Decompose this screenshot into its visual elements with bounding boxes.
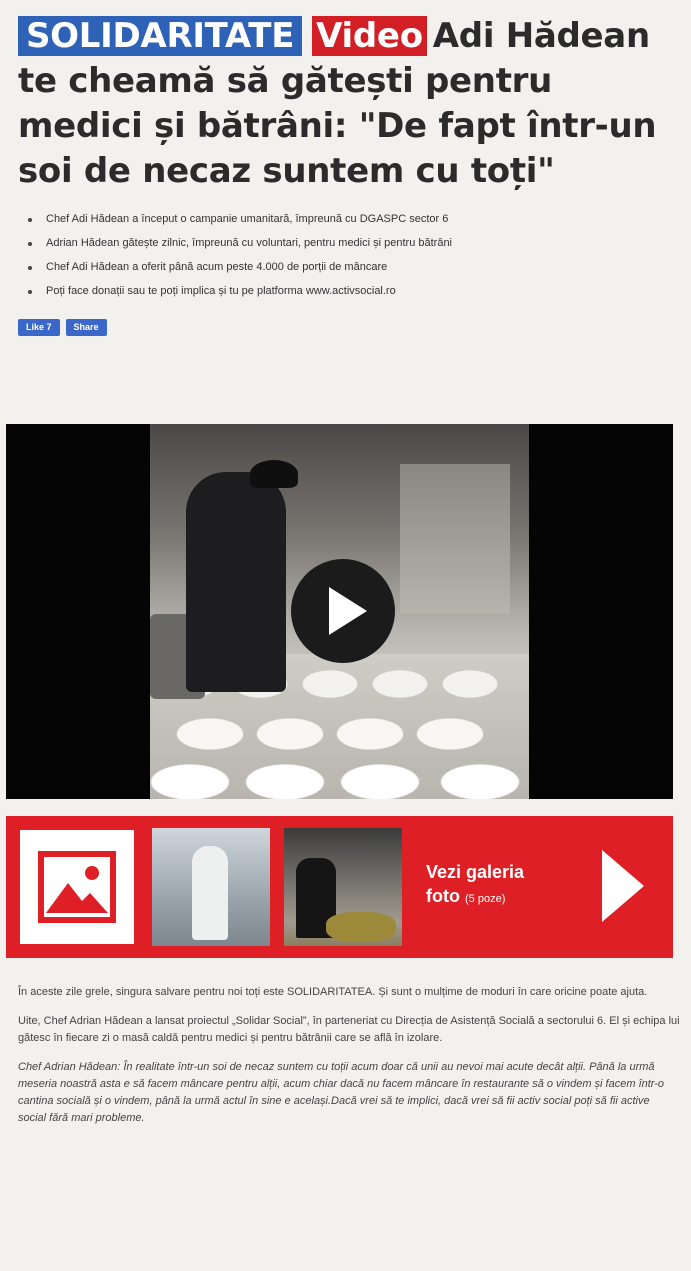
facebook-share-button[interactable]: Share bbox=[65, 319, 107, 336]
gallery-cta-line2: foto bbox=[426, 886, 460, 906]
article-quote: Chef Adrian Hădean: În realitate într-un… bbox=[18, 1061, 665, 1124]
gallery-icon-box bbox=[20, 830, 134, 944]
video-player[interactable] bbox=[6, 424, 673, 799]
summary-item: Chef Adi Hădean a oferit până acum peste… bbox=[26, 260, 691, 275]
video-scene-chef-hat bbox=[250, 460, 298, 488]
video-scene-chef bbox=[186, 472, 286, 692]
article-body: În aceste zile grele, singura salvare pe… bbox=[18, 984, 680, 1139]
chevron-right-icon[interactable] bbox=[602, 850, 644, 922]
video-scene-wall bbox=[400, 464, 510, 614]
play-icon[interactable] bbox=[291, 559, 395, 663]
summary-item: Poți face donații sau te poți implica și… bbox=[26, 284, 691, 299]
photo-gallery-banner[interactable]: Vezi galeria foto (5 poze) bbox=[6, 816, 673, 958]
gallery-thumbnail[interactable] bbox=[152, 828, 270, 946]
gallery-thumbnail[interactable] bbox=[284, 828, 402, 946]
article-headline[interactable]: SOLIDARITATE Video Adi Hădean te cheamă să… bbox=[18, 14, 691, 194]
article-paragraph: În aceste zile grele, singura salvare pe… bbox=[18, 986, 648, 998]
summary-item: Adrian Hădean gătește zilnic, împreună c… bbox=[26, 236, 691, 251]
facebook-buttons: Like 7 Share bbox=[18, 319, 691, 339]
summary-list: Chef Adi Hădean a început o campanie uma… bbox=[26, 212, 691, 299]
article-header: SOLIDARITATE Video Adi Hădean te cheamă să… bbox=[18, 14, 691, 339]
thumbnail-food bbox=[326, 912, 396, 942]
facebook-like-button[interactable]: Like 7 bbox=[18, 319, 60, 336]
gallery-cta-line1: Vezi galeria bbox=[426, 862, 525, 882]
summary-item: Chef Adi Hădean a început o campanie uma… bbox=[26, 212, 691, 227]
video-tag: Video bbox=[312, 16, 427, 56]
category-tag[interactable]: SOLIDARITATE bbox=[18, 16, 303, 56]
gallery-cta[interactable]: Vezi galeria foto (5 poze) bbox=[426, 860, 524, 911]
gallery-count: (5 poze) bbox=[465, 893, 506, 905]
image-icon bbox=[38, 851, 116, 923]
article-paragraph: Uite, Chef Adrian Hădean a lansat proiec… bbox=[18, 1015, 680, 1044]
thumbnail-figure bbox=[192, 846, 228, 940]
